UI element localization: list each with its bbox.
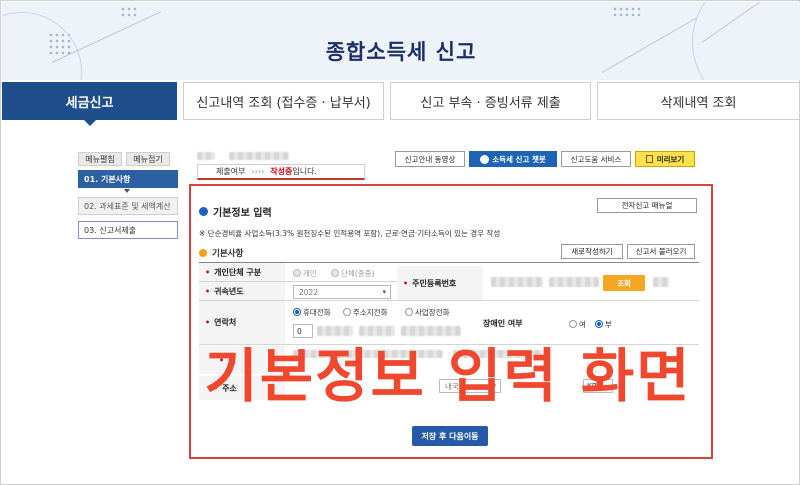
filing-status-bar: 제출여부 ›››› 작성중 입니다. bbox=[197, 164, 365, 180]
rrn-lookup-button[interactable]: 조회 bbox=[603, 275, 645, 291]
phone-prefix-input[interactable]: 0 bbox=[293, 324, 313, 338]
document-icon bbox=[645, 155, 653, 163]
menu-collapse-button[interactable]: 메뉴접기 bbox=[126, 152, 170, 166]
radio-icon bbox=[293, 308, 301, 316]
preview-label: 미리보기 bbox=[656, 154, 685, 164]
year-select-value: 2022 bbox=[299, 287, 319, 297]
chevron-down-icon bbox=[124, 189, 130, 193]
disability-option-no[interactable]: 부 bbox=[595, 319, 612, 330]
decor-dots bbox=[120, 6, 138, 18]
status-label: 제출여부 bbox=[216, 167, 246, 176]
contact-option-business[interactable]: 사업장전화 bbox=[405, 307, 450, 318]
e-filing-manual-button[interactable]: 전자신고 매뉴얼 bbox=[597, 198, 697, 213]
page-frame: 종합소득세 신고 세금신고 신고내역 조회 (접수증 · 납부서) 신고 부속 … bbox=[0, 0, 800, 485]
sidebar-item-basic-info[interactable]: 01. 기본사항 bbox=[78, 170, 178, 188]
redacted-phone bbox=[317, 326, 353, 336]
radio-icon bbox=[569, 320, 577, 328]
menu-expand-button[interactable]: 메뉴펼침 bbox=[78, 152, 122, 166]
tab-deleted-history[interactable]: 삭제내역 조회 bbox=[597, 82, 800, 120]
radio-icon bbox=[405, 308, 413, 316]
panel-note: ※ 단순경비율 사업소득(3.3% 원천징수된 인적용역 포함), 근로·연금·… bbox=[199, 229, 501, 238]
load-form-button[interactable]: 신고서 불러오기 bbox=[627, 244, 695, 259]
header-banner: 종합소득세 신고 bbox=[2, 2, 800, 80]
rrn-label: • 주민등록번호 bbox=[397, 266, 483, 300]
page-title: 종합소득세 신고 bbox=[325, 40, 477, 64]
panel-title-text: 기본정보 입력 bbox=[213, 208, 272, 219]
disability-option-yes[interactable]: 여 bbox=[569, 319, 586, 330]
panel-title: 기본정보 입력 bbox=[199, 204, 272, 219]
radio-icon bbox=[343, 308, 351, 316]
redacted-text bbox=[197, 152, 215, 160]
radio-icon bbox=[595, 320, 603, 328]
radio-icon bbox=[331, 269, 339, 277]
preview-button[interactable]: 미리보기 bbox=[635, 151, 695, 167]
redacted-phone bbox=[401, 326, 461, 336]
help-service-button[interactable]: 신고도움 서비스 bbox=[561, 151, 631, 167]
main-tabs: 세금신고 신고내역 조회 (접수증 · 납부서) 신고 부속 · 증빙서류 제출… bbox=[2, 82, 800, 126]
section-title-text: 기본사항 bbox=[212, 249, 244, 259]
year-select[interactable]: 2022 ▾ bbox=[293, 285, 391, 299]
redacted-phone bbox=[359, 326, 395, 336]
status-arrows: ›››› bbox=[251, 167, 265, 176]
new-write-button[interactable]: 새로작성하기 bbox=[561, 244, 623, 259]
sidebar-item-submit[interactable]: 03. 신고서제출 bbox=[78, 221, 178, 239]
decor-dots bbox=[612, 6, 642, 16]
save-next-button[interactable]: 저장 후 다음이동 bbox=[412, 426, 488, 446]
redacted-text bbox=[229, 152, 289, 160]
status-suffix: 입니다. bbox=[292, 167, 317, 176]
overlay-caption: 기본정보 입력 화면 bbox=[204, 342, 692, 410]
contact-option-mobile[interactable]: 휴대전화 bbox=[293, 307, 331, 318]
disability-label: 장애인 여부 bbox=[483, 318, 523, 328]
contact-label: • 연락처 bbox=[199, 301, 285, 344]
tab-tax-filing[interactable]: 세금신고 bbox=[2, 82, 178, 126]
person-type-label: • 개인단체 구분 bbox=[199, 263, 285, 281]
chatbot-label: 소득세 신고 챗봇 bbox=[492, 154, 546, 164]
redacted-rrn bbox=[491, 277, 543, 287]
guide-video-button[interactable]: 신고안내 동영상 bbox=[395, 151, 465, 167]
bullet-icon bbox=[199, 207, 208, 216]
section-title: 기본사항 bbox=[199, 247, 243, 259]
year-label: • 귀속년도 bbox=[199, 282, 285, 300]
person-option-group[interactable]: 단체(종중) bbox=[331, 268, 374, 279]
person-option-individual[interactable]: 개인 bbox=[293, 268, 317, 279]
chatbot-button[interactable]: 소득세 신고 챗봇 bbox=[469, 151, 557, 167]
basic-info-panel: 기본정보 입력 전자신고 매뉴얼 ※ 단순경비율 사업소득(3.3% 원천징수된… bbox=[189, 184, 713, 459]
radio-icon bbox=[293, 269, 301, 277]
tab-attachments[interactable]: 신고 부속 · 증빙서류 제출 bbox=[390, 82, 592, 120]
redacted-rrn bbox=[549, 277, 599, 287]
contact-option-home[interactable]: 주소지전화 bbox=[343, 307, 388, 318]
bullet-icon bbox=[199, 249, 207, 257]
redacted-text bbox=[653, 277, 669, 287]
chevron-down-icon: ▾ bbox=[382, 288, 386, 296]
sidebar-item-tax-calc[interactable]: 02. 과세표준 및 세액계산 bbox=[78, 197, 178, 215]
status-value: 작성중 bbox=[270, 167, 293, 176]
tab-filing-history[interactable]: 신고내역 조회 (접수증 · 납부서) bbox=[183, 82, 385, 120]
chatbot-icon bbox=[480, 154, 490, 164]
